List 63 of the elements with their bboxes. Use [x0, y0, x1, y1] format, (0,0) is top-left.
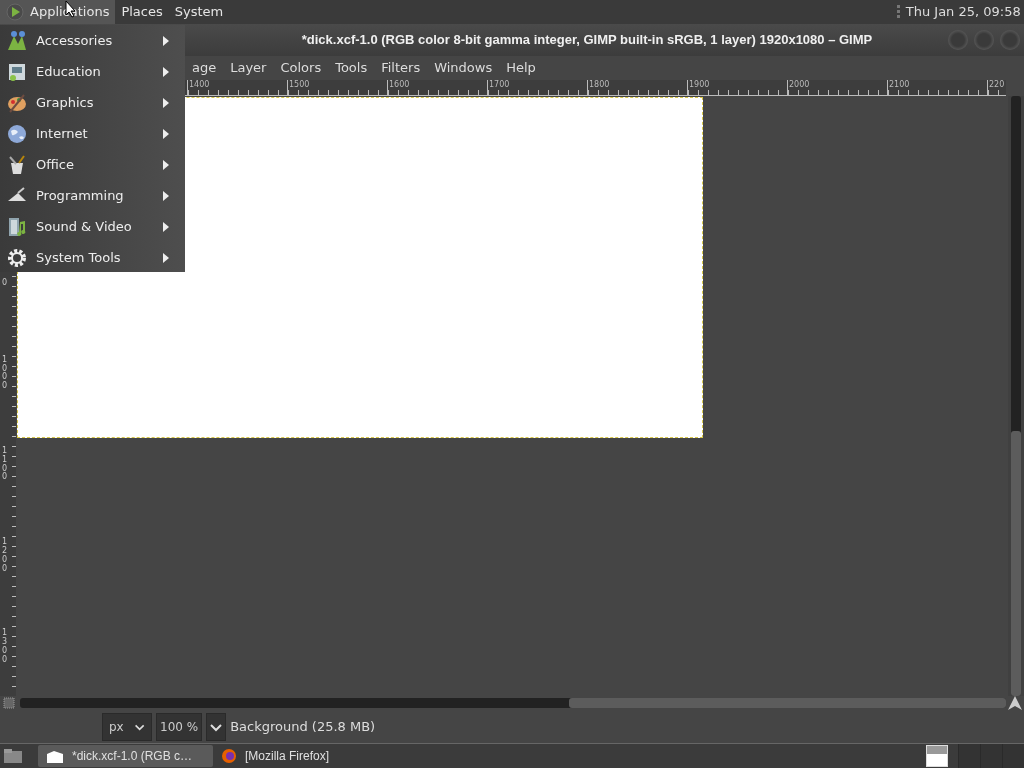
submenu-arrow-icon: [163, 35, 169, 46]
submenu-arrow-icon: [163, 97, 169, 108]
ruler-label: 1300: [1, 629, 9, 665]
submenu-arrow-icon: [163, 66, 169, 77]
ruler-label: 1600: [387, 80, 487, 95]
panel-menu[interactable]: Places: [115, 0, 169, 24]
ruler-label: 1100: [1, 447, 9, 483]
taskbar-button[interactable]: [Mozilla Firefox]: [213, 745, 388, 767]
ruler-label: 1900: [687, 80, 787, 95]
taskbar-button[interactable]: *dick.xcf-1.0 (RGB c…: [38, 745, 213, 767]
zoom-field[interactable]: 100 %: [156, 712, 203, 741]
unit-dropdown[interactable]: px: [102, 712, 152, 741]
menu-item[interactable]: Layer: [223, 58, 274, 78]
handle-grip[interactable]: [896, 5, 900, 19]
ruler-label: 2100: [887, 80, 987, 95]
ruler-label: 1200: [1, 538, 9, 574]
ruler-label: 2000: [787, 80, 887, 95]
window-title: *dick.xcf-1.0 (RGB color 8-bit gamma integer, GIMP built-in sRGB, 1 layer) 1920x1080 – GIMP: [301, 31, 873, 50]
ruler-label: 220: [987, 80, 1017, 95]
globe-icon: [6, 122, 28, 145]
browser-icon: [221, 748, 237, 764]
ruler-label: 1000: [1, 355, 9, 391]
menu-item[interactable]: Education: [0, 56, 185, 87]
menu-item[interactable]: Graphics: [0, 87, 185, 118]
layer-info: Background (25.8 MB): [230, 717, 376, 736]
menu-item[interactable]: age: [185, 58, 224, 78]
menu-item[interactable]: System Tools: [0, 242, 185, 273]
horizontal-scrollbar[interactable]: [20, 698, 1006, 708]
menu-item[interactable]: Windows: [427, 58, 500, 78]
navigate-icon[interactable]: [0, 696, 18, 710]
submenu-arrow-icon: [163, 128, 169, 139]
submenu-arrow-icon: [163, 221, 169, 232]
submenu-arrow-icon: [163, 190, 169, 201]
panel-menu[interactable]: System: [168, 0, 230, 24]
menu-item[interactable]: Filters: [374, 58, 428, 78]
submenu-arrow-icon: [163, 159, 169, 170]
zoom-dropdown-button[interactable]: [206, 712, 227, 741]
menu-item[interactable]: Help: [499, 58, 543, 78]
gear-icon: [6, 246, 28, 269]
folder-icon[interactable]: [2, 746, 24, 766]
navigate-arrow-icon[interactable]: [1006, 696, 1024, 710]
caret-icon: [209, 721, 224, 732]
menu-item[interactable]: Tools: [328, 58, 375, 78]
ruler-label: 1500: [287, 80, 387, 95]
workspace-thumbnail[interactable]: [926, 745, 948, 767]
clock-label[interactable]: Thu Jan 25, 09:58: [905, 2, 1021, 22]
menu-item[interactable]: Programming: [0, 180, 185, 211]
vertical-scrollbar[interactable]: [1011, 96, 1021, 696]
ruler-label: 1800: [587, 80, 687, 95]
ruler-label: 0: [1, 279, 9, 288]
menu-item[interactable]: Office: [0, 149, 185, 180]
menu-item[interactable]: Sound & Video: [0, 211, 185, 242]
ruler-label: 1700: [487, 80, 587, 95]
menu-item[interactable]: Accessories: [0, 25, 185, 56]
ruler-label: 1400: [187, 80, 287, 95]
menu-item[interactable]: Colors: [273, 58, 329, 78]
play-icon: [6, 3, 24, 21]
scrollbar-thumb[interactable]: [1011, 431, 1021, 696]
film-icon: [6, 215, 28, 238]
scrollbar-thumb[interactable]: [569, 698, 1006, 708]
submenu-arrow-icon: [163, 252, 169, 263]
bucket-icon: [6, 153, 28, 176]
menu-item[interactable]: Internet: [0, 118, 185, 149]
